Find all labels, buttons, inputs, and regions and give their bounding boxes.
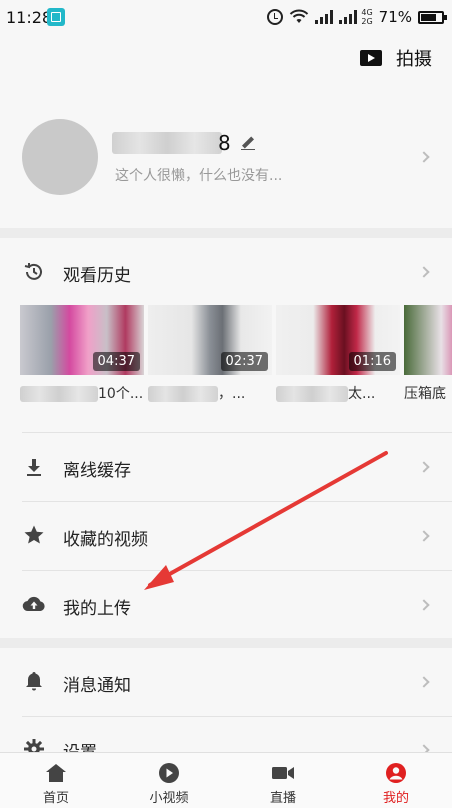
video-duration: 02:37 — [220, 352, 268, 371]
nav-live-label: 直播 — [269, 791, 296, 806]
history-icon — [22, 260, 46, 284]
username: 8 — [112, 131, 255, 155]
settings-row[interactable]: 设置 — [0, 717, 452, 752]
offline-cache-row[interactable]: 离线缓存 — [0, 433, 452, 501]
avatar[interactable] — [22, 119, 98, 195]
notifications-row[interactable]: 消息通知 — [0, 648, 452, 716]
history-video-3[interactable]: 01:16 太... — [276, 305, 400, 403]
video-thumbnail: 04:37 — [20, 305, 144, 375]
my-uploads-row[interactable]: 我的上传 — [0, 571, 452, 639]
video-title: ，... — [148, 383, 272, 403]
battery-icon — [418, 10, 447, 24]
nav-live[interactable]: 直播 — [243, 753, 323, 808]
chevron-right-icon — [418, 744, 430, 752]
chevron-right-icon — [418, 151, 430, 163]
edit-icon[interactable] — [240, 136, 255, 150]
profile-icon — [386, 763, 406, 783]
signal-2-icon — [339, 10, 358, 24]
signal-icon — [315, 10, 334, 24]
username-blur — [112, 132, 222, 154]
video-title: 压箱底 — [404, 386, 446, 402]
offline-cache-label: 离线缓存 — [63, 461, 131, 481]
nav-mine[interactable]: 我的 — [356, 753, 436, 808]
history-label: 观看历史 — [63, 266, 131, 286]
chevron-right-icon — [418, 599, 430, 611]
chevron-right-icon — [418, 266, 430, 278]
wifi-icon — [290, 9, 309, 23]
bottom-nav: 首页 小视频 直播 我的 — [0, 752, 452, 808]
history-thumbnails[interactable]: 04:37 10个... 02:37 ，... 01:16 太... 压箱底 — [20, 305, 452, 405]
shoot-label: 拍摄 — [396, 49, 432, 70]
history-video-4[interactable]: 压箱底 — [404, 305, 452, 403]
username-suffix: 8 — [218, 131, 231, 155]
status-time: 11:28 — [6, 8, 53, 27]
star-icon — [22, 523, 46, 547]
video-thumbnail: 01:16 — [276, 305, 400, 375]
play-circle-icon — [159, 763, 179, 783]
nav-short-video-label: 小视频 — [149, 791, 189, 806]
notifications-label: 消息通知 — [63, 676, 131, 696]
nav-short-video[interactable]: 小视频 — [129, 753, 209, 808]
bell-icon — [22, 669, 46, 693]
video-camera-icon — [272, 767, 294, 779]
section-gap — [0, 228, 452, 238]
chevron-right-icon — [418, 530, 430, 542]
download-icon — [22, 455, 46, 479]
battery-percent: 71% — [378, 8, 412, 26]
video-title: 太... — [276, 383, 400, 403]
video-duration: 04:37 — [92, 352, 140, 371]
settings-label: 设置 — [63, 738, 97, 752]
chevron-right-icon — [418, 676, 430, 688]
my-uploads-label: 我的上传 — [63, 599, 131, 619]
video-thumbnail: 02:37 — [148, 305, 272, 375]
nav-mine-label: 我的 — [382, 791, 409, 806]
video-thumbnail — [404, 305, 452, 375]
gear-icon — [22, 737, 46, 752]
video-duration: 01:16 — [348, 352, 396, 371]
video-play-icon — [360, 50, 382, 66]
alarm-icon — [267, 9, 284, 25]
signature: 这个人很懒，什么也没有... — [115, 168, 283, 184]
home-icon — [46, 764, 66, 782]
shoot-button[interactable]: 拍摄 — [360, 45, 432, 71]
history-video-1[interactable]: 04:37 10个... — [20, 305, 144, 403]
video-title: 10个... — [20, 383, 144, 403]
status-indicators: 4G 2G 71% — [267, 6, 447, 28]
network-type: 4G 2G — [361, 8, 373, 26]
section-gap — [0, 638, 452, 648]
chevron-right-icon — [418, 461, 430, 473]
screenshot-app-icon — [47, 8, 65, 26]
history-row[interactable]: 观看历史 — [0, 238, 452, 306]
profile-card[interactable]: 8 这个人很懒，什么也没有... — [0, 105, 452, 217]
nav-home-label: 首页 — [42, 791, 69, 806]
favorites-label: 收藏的视频 — [63, 530, 148, 550]
status-bar: 11:28 4G 2G 71% — [0, 0, 452, 34]
history-video-2[interactable]: 02:37 ，... — [148, 305, 272, 403]
nav-home[interactable]: 首页 — [16, 753, 96, 808]
cloud-upload-icon — [22, 592, 46, 616]
favorites-row[interactable]: 收藏的视频 — [0, 502, 452, 570]
